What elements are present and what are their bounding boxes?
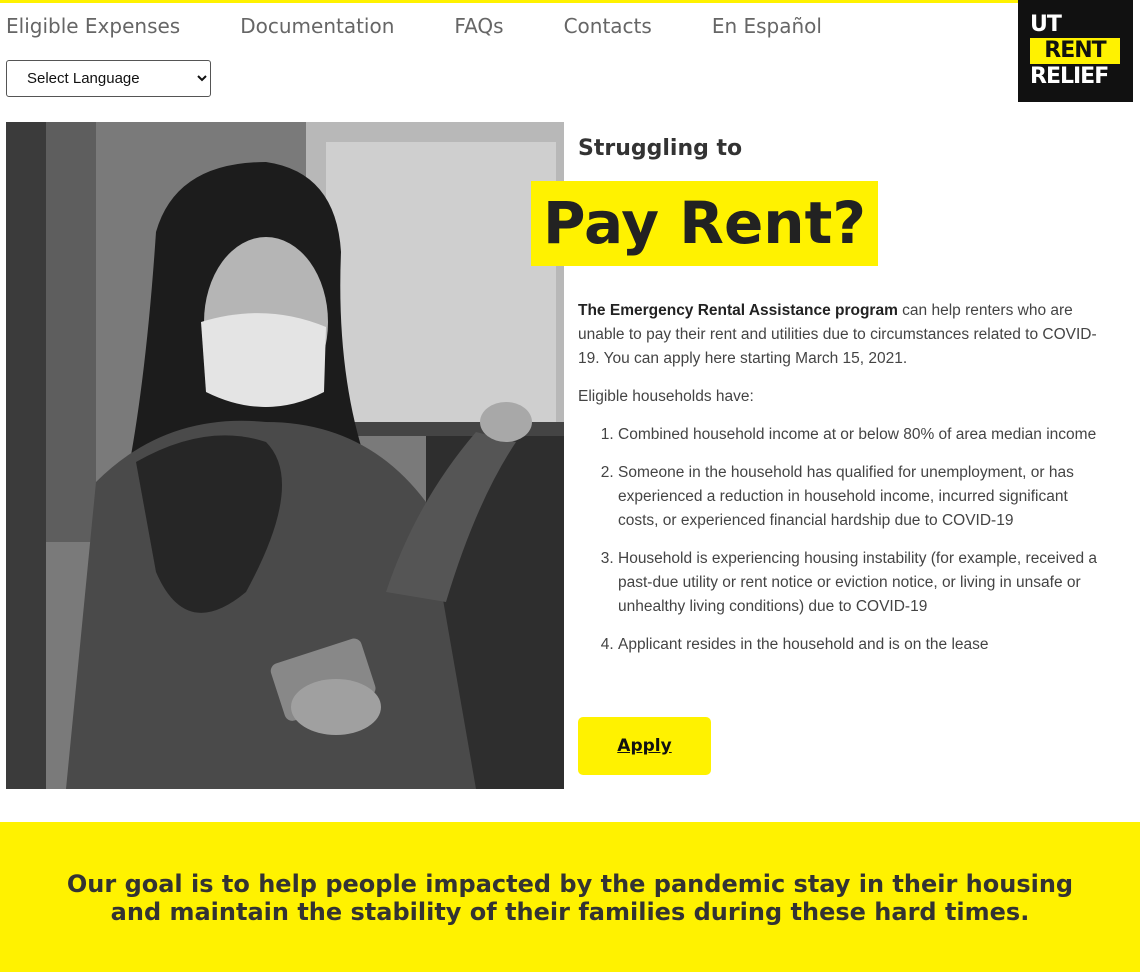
eligibility-item: Applicant resides in the household and i…: [618, 633, 1108, 657]
nav-contacts[interactable]: Contacts: [564, 10, 652, 42]
hero-photo-illustration: [6, 122, 564, 789]
eligibility-item: Someone in the household has qualified f…: [618, 461, 1108, 533]
program-name: The Emergency Rental Assistance program: [578, 302, 898, 319]
hero-headline: Pay Rent?: [531, 181, 878, 266]
language-select[interactable]: Select Language: [6, 60, 211, 97]
eligible-heading: Eligible households have:: [578, 388, 754, 405]
nav-faqs[interactable]: FAQs: [454, 10, 503, 42]
main-nav: Eligible Expenses Documentation FAQs Con…: [6, 10, 822, 42]
nav-en-espanol[interactable]: En Español: [712, 10, 822, 42]
eligibility-item: Combined household income at or below 80…: [618, 423, 1108, 447]
logo-line-rent: RENT: [1030, 38, 1120, 64]
ut-rent-relief-logo[interactable]: UT RENT RELIEF: [1018, 0, 1133, 102]
nav-documentation[interactable]: Documentation: [240, 10, 394, 42]
top-accent-line: [0, 0, 1018, 3]
eligibility-list: Combined household income at or below 80…: [578, 423, 1108, 657]
logo-line-relief: RELIEF: [1030, 64, 1109, 89]
apply-button[interactable]: Apply: [578, 717, 711, 775]
goal-statement: Our goal is to help people impacted by t…: [66, 870, 1074, 926]
nav-eligible-expenses[interactable]: Eligible Expenses: [6, 10, 180, 42]
logo-line-ut: UT: [1030, 12, 1062, 37]
hero-kicker: Struggling to: [578, 136, 743, 161]
eligibility-item: Household is experiencing housing instab…: [618, 547, 1108, 619]
intro-paragraph: The Emergency Rental Assistance program …: [578, 299, 1108, 371]
goal-banner: Our goal is to help people impacted by t…: [0, 822, 1140, 972]
hero-photo: [6, 122, 564, 789]
hero-content: Struggling to Pay Rent? The Emergency Re…: [531, 134, 1108, 653]
hero-body: The Emergency Rental Assistance program …: [578, 299, 1108, 671]
